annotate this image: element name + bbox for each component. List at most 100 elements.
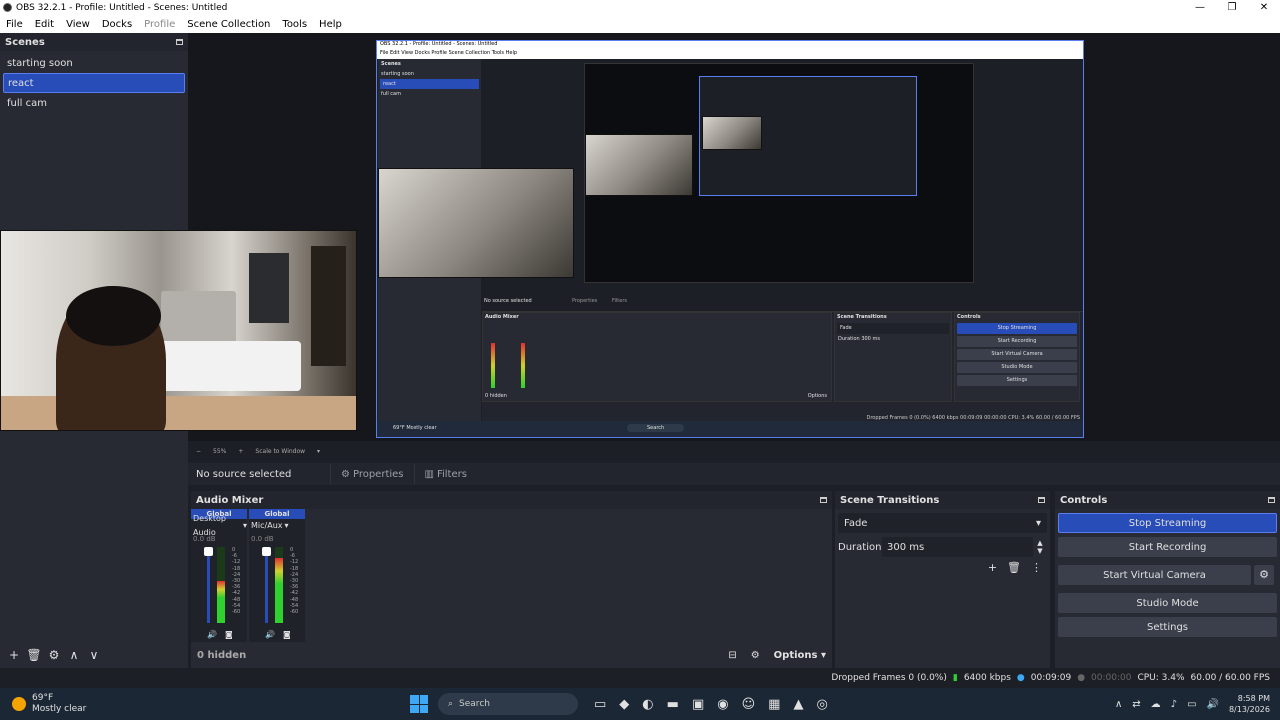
cloud-icon[interactable]: ☁	[1151, 699, 1161, 710]
menu-file[interactable]: File	[0, 19, 29, 30]
undock-icon[interactable]	[1038, 497, 1045, 503]
weather-condition: Mostly clear	[32, 704, 87, 714]
layout-icon[interactable]: ⊟	[728, 650, 736, 661]
duration-spinner[interactable]: ▲ ▼	[1033, 539, 1047, 555]
channel-name-button[interactable]: Desktop Audio ▾	[191, 514, 247, 537]
start-recording-button[interactable]: Start Recording	[1058, 537, 1277, 557]
menu-docks[interactable]: Docks	[96, 19, 138, 30]
taskbar-search[interactable]: ⌕ Search	[438, 693, 578, 715]
more-icon[interactable]: ⋮	[1031, 561, 1042, 574]
menu-help[interactable]: Help	[313, 19, 348, 30]
menu-edit[interactable]: Edit	[29, 19, 60, 30]
scale-label: -42	[290, 590, 299, 597]
volume-icon[interactable]: 🔊	[1207, 699, 1219, 710]
minimize-button[interactable]: —	[1184, 2, 1216, 13]
stop-streaming-button[interactable]: Stop Streaming	[1058, 513, 1277, 533]
chevron-up-icon[interactable]: ∧	[1115, 699, 1122, 710]
nested-control-button: Studio Mode	[957, 362, 1077, 373]
display-icon[interactable]: ▭	[1187, 699, 1196, 710]
window-capture-source[interactable]: OBS 32.2.1 - Profile: Untitled - Scenes:…	[376, 40, 1084, 438]
file-explorer-icon[interactable]: ▬	[667, 697, 679, 712]
task-view-icon[interactable]: ▭	[594, 697, 606, 712]
remove-scene-button[interactable]: 🗑	[26, 648, 42, 662]
menu-tools[interactable]: Tools	[276, 19, 313, 30]
move-scene-down-button[interactable]: ∨	[86, 648, 102, 662]
volume-fader[interactable]	[204, 547, 213, 623]
scene-settings-button[interactable]: ⚙	[46, 648, 62, 662]
start-virtual-camera-button[interactable]: Start Virtual Camera	[1058, 565, 1251, 585]
maximize-button[interactable]: ❐	[1216, 2, 1248, 13]
nested-no-source: No source selected	[484, 298, 532, 304]
stream-icon: ●	[1016, 673, 1025, 683]
speaker-icon[interactable]: 🔊	[207, 630, 217, 639]
close-button[interactable]: ✕	[1248, 2, 1280, 13]
weather-widget[interactable]: 69°F Mostly clear	[0, 693, 410, 715]
start-button[interactable]	[410, 695, 428, 713]
gear-icon[interactable]: ⚙	[1254, 565, 1274, 585]
channel-name-button[interactable]: Mic/Aux ▾	[249, 519, 305, 533]
move-scene-up-button[interactable]: ∧	[66, 648, 82, 662]
scene-item-starting-soon[interactable]: starting soon	[3, 53, 185, 73]
copilot-icon[interactable]: ◆	[619, 697, 629, 712]
discord-icon[interactable]: ☺	[742, 697, 756, 712]
scene-item-full-cam[interactable]: full cam	[3, 93, 185, 113]
photos-icon[interactable]: ▲	[793, 697, 803, 712]
undock-icon[interactable]	[820, 497, 827, 503]
filter-icon: ▥	[424, 468, 434, 480]
fader-knob[interactable]	[204, 547, 213, 556]
advanced-audio-icon[interactable]: ⚙	[751, 650, 760, 661]
scene-item-react[interactable]: react	[3, 73, 185, 93]
channel-desktop-audio: Global Desktop Audio ▾ 0.0 dB 0 -6 -12 -1…	[191, 509, 247, 642]
search-label: Search	[459, 699, 490, 709]
zoom-out-icon[interactable]: −	[196, 448, 201, 455]
undock-icon[interactable]	[176, 39, 183, 45]
scale-select[interactable]: Scale to Window	[255, 448, 305, 455]
menu-profile[interactable]: Profile	[138, 19, 181, 30]
chrome-icon[interactable]: ◉	[717, 697, 728, 712]
clock[interactable]: 8:58 PM 8/13/2026	[1229, 693, 1270, 715]
menu-view[interactable]: View	[60, 19, 96, 30]
add-icon[interactable]: +	[988, 561, 997, 574]
dropped-frames: Dropped Frames 0 (0.0%)	[831, 673, 947, 683]
chevron-down-icon[interactable]: ▼	[1033, 547, 1047, 555]
menu-scene-collection[interactable]: Scene Collection	[181, 19, 276, 30]
zoom-in-icon[interactable]: +	[238, 448, 243, 455]
scenes-toolbar: + 🗑 ⚙ ∧ ∨	[0, 642, 188, 668]
monitor-icon[interactable]: ◙	[283, 630, 291, 639]
fader-knob[interactable]	[262, 547, 271, 556]
undock-icon[interactable]	[1268, 497, 1275, 503]
obs-icon[interactable]: ◎	[816, 697, 827, 712]
chevron-down-icon[interactable]: ▾	[317, 448, 320, 455]
webcam-source[interactable]	[0, 230, 357, 431]
network-icon[interactable]: ⇄	[1132, 699, 1140, 710]
monitor-icon[interactable]: ◙	[225, 630, 233, 639]
title-bar: OBS 32.2.1 - Profile: Untitled - Scenes:…	[0, 0, 1280, 15]
channel-head: Global	[249, 509, 305, 519]
duration-input[interactable]: 300 ms	[882, 537, 1033, 557]
filters-button[interactable]: ▥ Filters	[413, 464, 477, 484]
scale-label: -18	[290, 565, 299, 572]
nested-menu: File Edit View Docks Profile Scene Colle…	[377, 50, 1083, 59]
properties-button[interactable]: ⚙ Properties	[330, 464, 414, 484]
meter-scale: 0 -6 -12 -18 -24 -30 -36 -42 -48 -54 -60	[232, 547, 240, 615]
options-button[interactable]: Options ▾	[774, 650, 826, 661]
system-tray: ∧ ⇄ ☁ ♪ ▭ 🔊 8:58 PM 8/13/2026	[1115, 693, 1280, 715]
mic-icon[interactable]: ♪	[1171, 699, 1177, 710]
chevron-up-icon[interactable]: ▲	[1033, 539, 1047, 547]
trash-icon[interactable]: 🗑	[1007, 561, 1021, 574]
audio-mixer-header: Audio Mixer	[191, 491, 832, 509]
add-scene-button[interactable]: +	[6, 648, 22, 662]
chevron-down-icon: ▾	[242, 521, 247, 530]
date: 8/13/2026	[1228, 705, 1270, 714]
meter-fill	[275, 558, 283, 623]
speaker-icon[interactable]: 🔊	[265, 630, 275, 639]
channel-icons: 🔊 ◙	[265, 630, 291, 639]
studio-mode-button[interactable]: Studio Mode	[1058, 593, 1277, 613]
nested-options: Options	[807, 393, 827, 399]
volume-fader[interactable]	[262, 547, 271, 623]
edge-icon[interactable]: ◐	[642, 697, 653, 712]
settings-button[interactable]: Settings	[1058, 617, 1277, 637]
transition-select[interactable]: Fade ▾	[838, 513, 1047, 533]
apps-grid-icon[interactable]: ▦	[768, 697, 780, 712]
store-icon[interactable]: ▣	[692, 697, 704, 712]
